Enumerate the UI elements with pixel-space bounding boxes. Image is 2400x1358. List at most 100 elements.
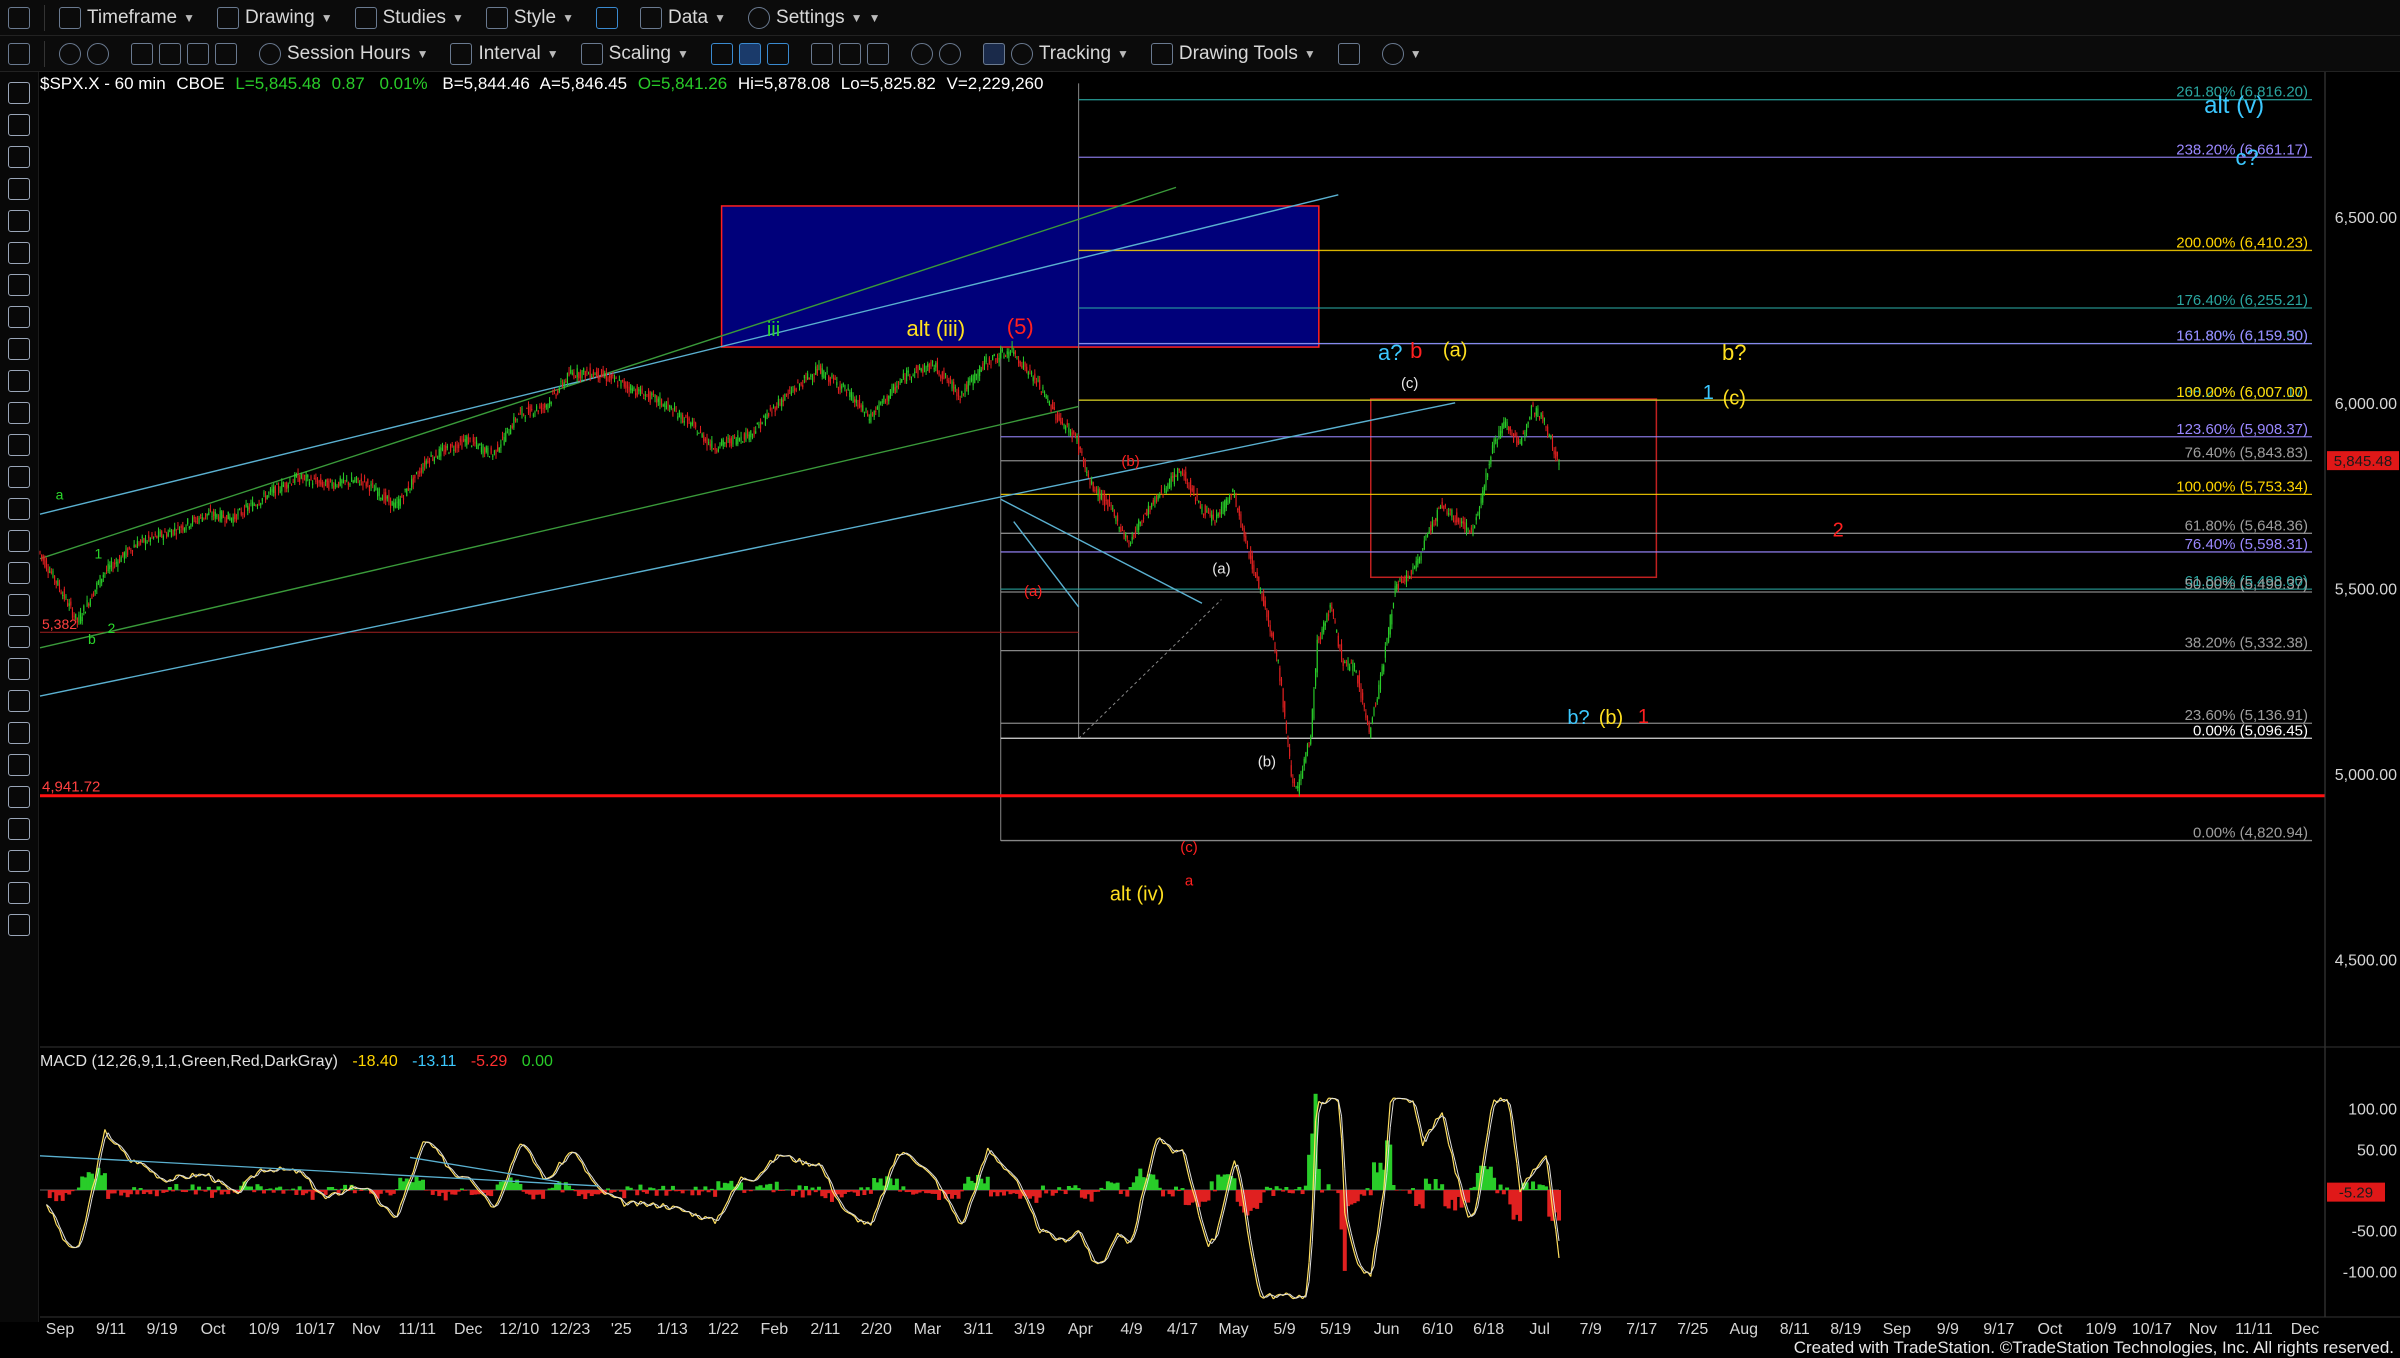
candle-body — [1350, 662, 1352, 664]
scaling-menu[interactable]: Scaling ▼ — [573, 39, 697, 69]
candle-body — [118, 558, 121, 563]
zoom-buttons[interactable] — [903, 39, 969, 69]
candle-body — [808, 377, 810, 380]
candle-body — [1048, 401, 1050, 406]
time-tick-label: Feb — [761, 1321, 789, 1338]
candle-body — [735, 438, 737, 445]
candle-body — [114, 562, 116, 565]
candle-body — [45, 560, 48, 570]
candle-body — [1216, 514, 1218, 519]
settings-menu[interactable]: Settings ▼ ▼ — [740, 3, 888, 33]
session-hours-menu[interactable]: Session Hours ▼ — [251, 39, 436, 69]
candle-body — [829, 377, 831, 384]
time-tick-label: 3/11 — [963, 1321, 993, 1338]
candle-body — [1315, 668, 1317, 686]
scaling-label: Scaling — [608, 42, 671, 64]
candle-body — [891, 386, 893, 394]
window-split-button[interactable] — [0, 39, 38, 69]
candle-body — [1225, 499, 1227, 508]
candle-body — [490, 447, 492, 454]
candle-body — [699, 429, 702, 432]
cloud-menu[interactable]: ▼ — [1374, 39, 1430, 69]
candle-body — [841, 386, 843, 389]
studies-menu[interactable]: Studies ▼ — [347, 3, 472, 33]
macd-histogram-bar — [1290, 1190, 1295, 1194]
candle-body — [1014, 350, 1016, 355]
macd-line-segment — [253, 1171, 258, 1178]
candle-body — [865, 408, 867, 411]
window-menu-button[interactable] — [0, 3, 38, 33]
candle-body — [1402, 581, 1404, 583]
candle-body — [1217, 513, 1219, 517]
candle-body — [367, 479, 369, 484]
support-label: 4,941.72 — [42, 779, 100, 796]
candle-body — [1237, 508, 1239, 510]
link-button[interactable] — [51, 39, 117, 69]
tools-button[interactable] — [123, 39, 245, 69]
drawing-tools-menu[interactable]: Drawing Tools ▼ — [1143, 39, 1324, 69]
candle-body — [659, 397, 661, 405]
wave-label: a — [1185, 872, 1194, 889]
candle-body — [613, 377, 616, 380]
macd-histogram-bar — [1394, 1190, 1399, 1191]
macd-histogram-bar — [654, 1190, 659, 1196]
drawing-menu[interactable]: Drawing ▼ — [209, 3, 341, 33]
time-tick-label: 11/11 — [398, 1321, 436, 1338]
macd-histogram-bar — [628, 1187, 633, 1190]
candle-body — [378, 488, 380, 496]
layout-button[interactable] — [588, 3, 626, 33]
candle-body — [1204, 505, 1206, 515]
style-menu[interactable]: Style ▼ — [478, 3, 582, 33]
pencil-icon — [216, 6, 239, 29]
macd-histogram-bar — [268, 1188, 273, 1190]
candle-body — [339, 477, 341, 486]
candle-body — [982, 363, 984, 370]
candle-body — [531, 408, 533, 411]
macd-histogram-bar — [1544, 1186, 1549, 1190]
macd-line-segment — [798, 1157, 804, 1166]
macd-histogram-bar — [855, 1190, 860, 1196]
candle-body — [191, 517, 194, 524]
candle-body — [461, 439, 463, 448]
session-icon — [259, 42, 281, 65]
macd-histogram-bar — [622, 1190, 627, 1199]
timeframe-menu[interactable]: Timeframe ▼ — [51, 3, 203, 33]
data-menu[interactable]: Data ▼ — [632, 3, 734, 33]
candle-body — [140, 540, 142, 543]
view-buttons[interactable] — [803, 39, 897, 69]
candle-body — [131, 550, 134, 553]
price-tick-label: 5,000.00 — [2335, 767, 2397, 784]
candle-body — [878, 401, 880, 413]
candle-body — [970, 378, 973, 382]
candle-body — [821, 368, 823, 377]
candle-body — [519, 410, 521, 412]
candle-body — [813, 377, 815, 379]
interval-menu[interactable]: Interval ▼ — [442, 39, 566, 69]
candle-body — [987, 365, 989, 367]
candle-body — [1279, 667, 1281, 682]
candle-body — [250, 503, 252, 505]
candle-body — [1016, 356, 1018, 358]
candle-body — [513, 416, 515, 428]
candle-body — [219, 510, 221, 522]
candle-body — [305, 474, 307, 482]
candle-body — [506, 427, 508, 430]
candle-body — [47, 568, 49, 574]
tracking-menu[interactable]: Tracking ▼ — [975, 39, 1137, 69]
candle-body — [1332, 609, 1334, 617]
chart-area[interactable]: 261.80% (6,816.20)238.20% (6,661.17)200.… — [0, 72, 2400, 1342]
candle-body — [65, 596, 67, 598]
macd-histogram-bar — [1427, 1183, 1432, 1190]
macd-histogram-bar — [1212, 1190, 1217, 1192]
export-button[interactable] — [1330, 39, 1368, 69]
candle-body — [248, 507, 250, 510]
chart-style-buttons[interactable] — [703, 39, 797, 69]
candle-body — [1349, 666, 1351, 671]
expand-icon — [810, 42, 833, 65]
interval-label: Interval — [478, 42, 541, 64]
candle-body — [385, 492, 387, 501]
candle-body — [187, 518, 189, 524]
macd-histogram-bar — [252, 1190, 257, 1193]
candle-body — [1311, 709, 1313, 738]
candle-body — [1331, 606, 1333, 609]
